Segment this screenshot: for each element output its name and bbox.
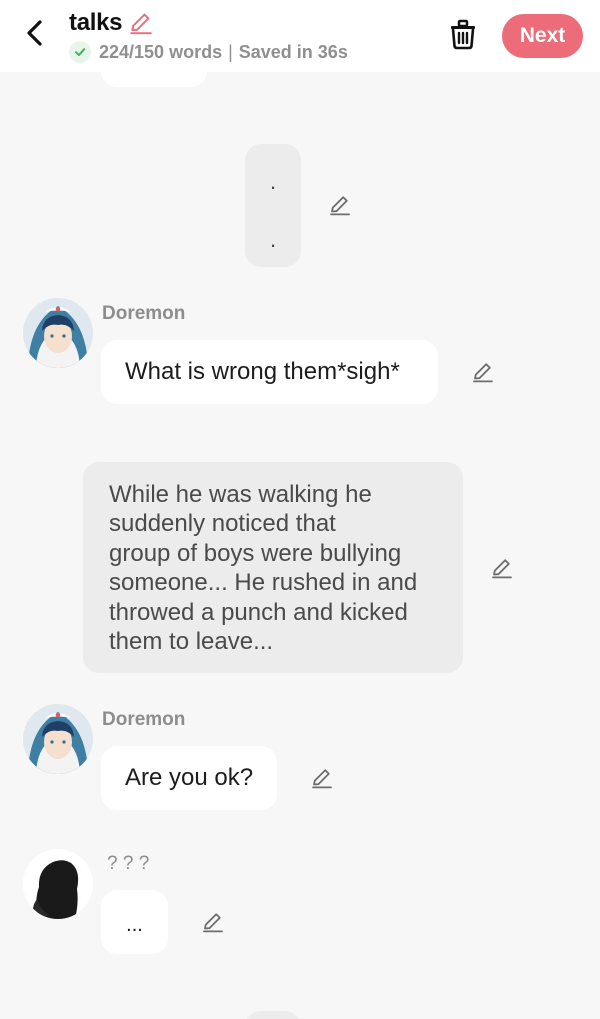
dialogue-text: Are you ok? [125,764,254,791]
character-name: ? ? ? [107,853,150,874]
trash-icon [451,19,475,50]
story-title: talks [69,9,123,36]
edit-icon[interactable] [309,765,335,791]
status-separator: | [228,41,233,62]
narration-bubble[interactable]: While he was walking he suddenly noticed… [83,462,463,673]
save-status: 224/150 words | Saved in 36s [69,41,348,63]
edit-icon[interactable] [200,909,226,935]
character-avatar[interactable] [23,704,93,774]
next-message-bubble[interactable] [245,1011,301,1019]
narration-text: . [269,169,277,194]
dialogue-text: ... [126,913,143,936]
character-name: Doremon [102,709,186,730]
dialogue-bubble[interactable]: What is wrong them*sigh* [101,340,438,404]
back-button[interactable] [18,16,52,50]
dialogue-text: What is wrong them*sigh* [125,358,400,385]
delete-button[interactable] [446,16,480,52]
chat-area[interactable]: . . Doremon What is wrong them*sigh* Whi… [0,0,600,1019]
edit-icon[interactable] [470,359,496,385]
character-name: Doremon [102,303,186,324]
dialogue-bubble[interactable]: ... [101,890,168,954]
edit-icon[interactable] [489,555,515,581]
chevron-left-icon [27,20,42,46]
character-avatar[interactable] [23,298,93,368]
dialogue-bubble[interactable]: Are you ok? [101,746,277,810]
silhouette-avatar[interactable] [23,849,93,919]
saved-status: Saved in 36s [238,41,348,62]
narration-bubble[interactable]: . . [245,144,301,267]
top-bar: talks 224/150 words | Saved in 36s Next [0,0,600,72]
word-count: 224/150 words [99,41,223,62]
title-group: talks [69,9,154,37]
edit-title-icon[interactable] [128,10,154,36]
next-button[interactable]: Next [502,14,583,58]
narration-text: . [269,227,277,252]
narration-text: While he was walking he suddenly noticed… [109,481,418,656]
edit-icon[interactable] [327,192,353,218]
check-icon [69,41,91,63]
